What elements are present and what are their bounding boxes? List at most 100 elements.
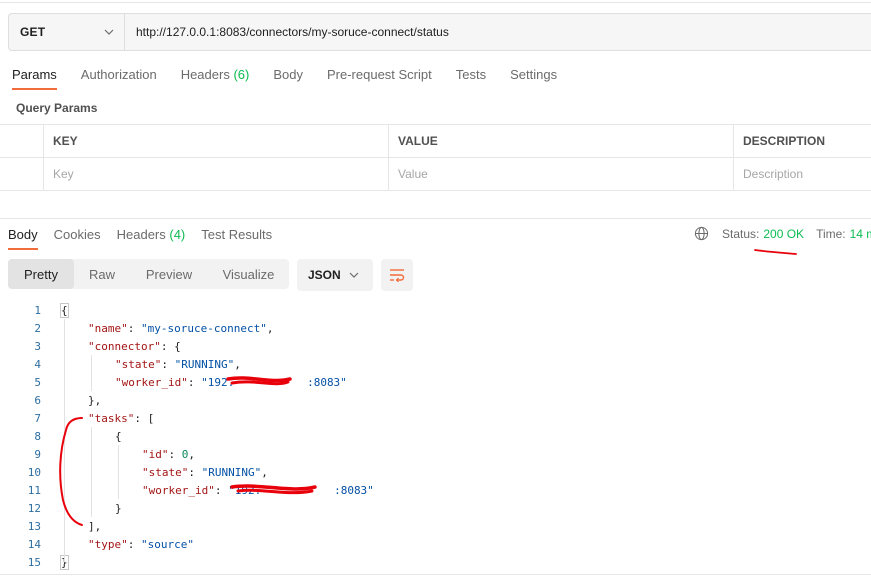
- tab-count: (6): [233, 67, 250, 82]
- code-line: 10 "state": "RUNNING",: [0, 463, 871, 481]
- code-token: "type": [88, 537, 128, 551]
- params-table: KEY VALUE DESCRIPTION Key Value Descript…: [0, 124, 871, 191]
- tab-label: Body: [8, 227, 38, 242]
- description-input[interactable]: Description: [734, 158, 871, 190]
- chevron-down-icon: [104, 29, 114, 35]
- line-number: 13: [27, 519, 41, 533]
- request-bar: GET http://127.0.0.1:8083/connectors/my-…: [8, 13, 871, 51]
- tab-cookies[interactable]: Cookies: [54, 226, 101, 250]
- code-line: 5 "worker_id": "192. :8083": [0, 373, 871, 391]
- code-text: "state": "RUNNING",: [142, 466, 268, 479]
- code-token: }: [115, 501, 122, 515]
- code-token: "worker_id": [115, 375, 188, 389]
- code-token: {: [115, 429, 122, 443]
- code-token: ,: [234, 357, 241, 371]
- tab-label: Tests: [455, 67, 487, 82]
- indent-guide: [64, 319, 65, 562]
- code-token: ,: [266, 321, 274, 335]
- line-number: 12: [27, 501, 41, 515]
- code-token: "connector": [88, 339, 161, 353]
- code-line: 6},: [0, 391, 871, 409]
- code-text: ],: [88, 520, 101, 533]
- line-number: 10: [27, 465, 41, 479]
- line-number: 4: [34, 357, 41, 371]
- code-token: :: [161, 357, 175, 371]
- code-token: :: [188, 465, 202, 479]
- code-line: 8{: [0, 427, 871, 445]
- indent-guide: [91, 427, 92, 517]
- tab-response-body[interactable]: Body: [8, 226, 38, 250]
- code-token: "state": [142, 465, 189, 479]
- line-number: 5: [34, 375, 41, 389]
- code-text: "name": "my-soruce-connect",: [88, 322, 273, 335]
- indent-guide: [91, 355, 92, 391]
- value-input[interactable]: Value: [389, 158, 734, 190]
- tab-label: Headers: [180, 67, 230, 82]
- code-text: },: [88, 394, 101, 407]
- code-text: "tasks": [: [88, 412, 154, 425]
- view-raw-button[interactable]: Raw: [74, 259, 130, 289]
- time-value[interactable]: 14 m: [850, 227, 871, 241]
- code-line: 12}: [0, 499, 871, 517]
- tab-pre-request-script[interactable]: Pre-request Script: [327, 66, 432, 90]
- line-number: 15: [27, 555, 41, 569]
- code-text: "type": "source": [88, 538, 194, 551]
- globe-icon[interactable]: [694, 226, 709, 241]
- response-meta: Status: 200 OK Time: 14 m: [694, 226, 871, 241]
- code-line: 9 "id": 0,: [0, 445, 871, 463]
- code-token: "192. :8083": [228, 483, 374, 497]
- response-tabs: Body Cookies Headers (4) Test Results: [8, 226, 288, 252]
- code-line: 13],: [0, 517, 871, 535]
- code-line: 14 "type": "source": [0, 535, 871, 553]
- code-token: ,: [261, 465, 268, 479]
- view-pretty-button[interactable]: Pretty: [8, 259, 74, 289]
- request-tabs: Params Authorization Headers (6) Body Pr…: [12, 66, 581, 92]
- code-line: 1{: [0, 301, 871, 319]
- code-token: {: [60, 302, 69, 318]
- view-preview-button[interactable]: Preview: [130, 259, 208, 289]
- code-line: 3 "connector": {: [0, 337, 871, 355]
- tab-label: Settings: [510, 67, 558, 82]
- code-text: "connector": {: [88, 340, 181, 353]
- line-number: 2: [34, 321, 41, 335]
- line-number: 3: [34, 339, 41, 353]
- tab-body[interactable]: Body: [273, 66, 303, 90]
- view-visualize-button[interactable]: Visualize: [208, 259, 289, 289]
- status-value[interactable]: 200 OK: [763, 227, 804, 241]
- tab-label: Test Results: [201, 227, 273, 242]
- method-select[interactable]: GET: [9, 14, 125, 50]
- checkbox-column: [0, 125, 44, 157]
- code-line: 4 "state": "RUNNING",: [0, 355, 871, 373]
- tab-tests[interactable]: Tests: [456, 66, 486, 90]
- table-row: Key Value Description: [0, 158, 871, 191]
- tab-settings[interactable]: Settings: [510, 66, 557, 90]
- tab-params[interactable]: Params: [12, 66, 57, 90]
- tab-test-results[interactable]: Test Results: [201, 226, 272, 250]
- format-select[interactable]: JSON: [297, 259, 373, 291]
- tab-response-headers[interactable]: Headers (4): [117, 226, 186, 250]
- code-token: :: [168, 447, 182, 461]
- code-token: "192. :8083": [201, 375, 347, 389]
- tab-label: Pre-request Script: [326, 67, 432, 82]
- indent-guide: [118, 445, 119, 499]
- tab-authorization[interactable]: Authorization: [81, 66, 157, 90]
- code-line: 15}: [0, 553, 871, 571]
- tab-headers[interactable]: Headers (6): [181, 66, 250, 90]
- tab-label: Params: [12, 67, 57, 82]
- response-divider[interactable]: [0, 218, 871, 219]
- tab-label: Headers: [116, 227, 166, 242]
- code-token: "source": [141, 537, 194, 551]
- column-header-key: KEY: [44, 125, 389, 157]
- code-text: }: [115, 502, 122, 515]
- code-text: {: [60, 302, 69, 318]
- top-border: [0, 2, 871, 3]
- response-body-code[interactable]: 1{ 2 "name": "my-soruce-connect", 3 "connect…: [0, 301, 871, 571]
- url-input[interactable]: http://127.0.0.1:8083/connectors/my-soru…: [125, 14, 449, 50]
- wrap-lines-button[interactable]: [381, 259, 413, 291]
- tab-count: (4): [169, 227, 186, 242]
- line-number: 8: [34, 429, 41, 443]
- code-token: :: [214, 483, 229, 497]
- code-token: :: [127, 537, 141, 551]
- key-input[interactable]: Key: [44, 158, 389, 190]
- chevron-down-icon: [349, 272, 359, 278]
